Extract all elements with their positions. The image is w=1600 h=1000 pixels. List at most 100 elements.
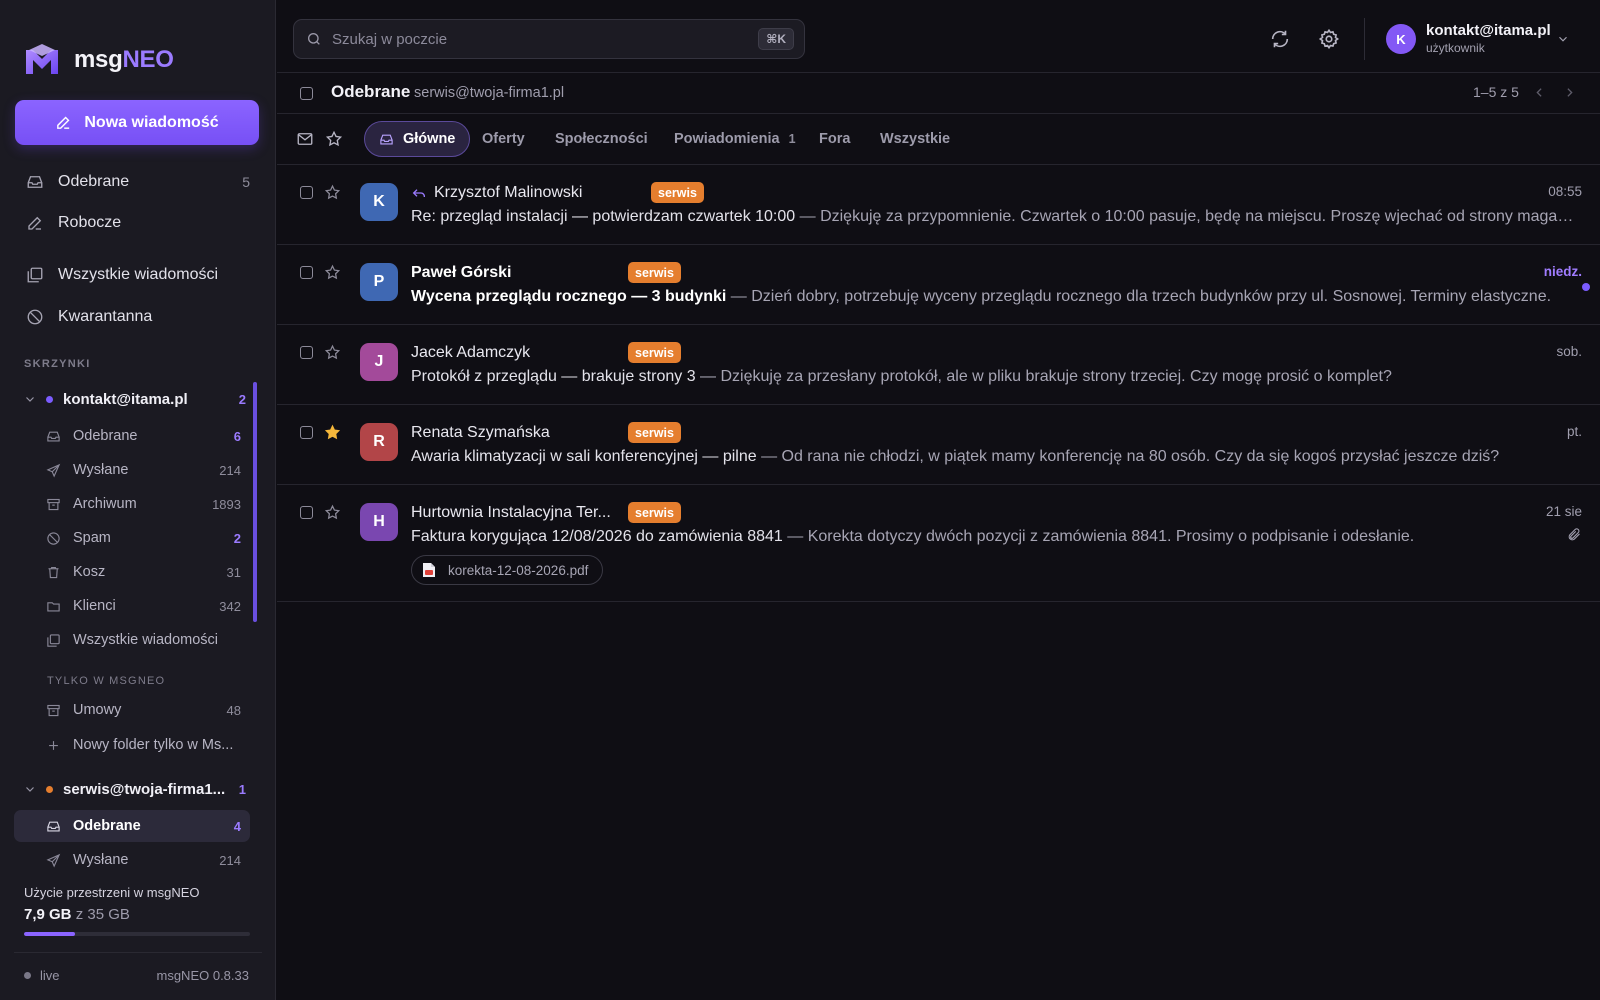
tab-offers[interactable]: Oferty (468, 121, 539, 157)
message-checkbox[interactable] (300, 346, 313, 359)
sender-name: Renata Szymańska (411, 424, 550, 442)
message-row[interactable]: P Paweł Górski serwis niedz. Wycena przegląd… (277, 245, 1600, 325)
attachment-chip[interactable]: korekta-12-08-2026.pdf (411, 555, 604, 585)
sender-avatar: H (360, 503, 398, 541)
folder-label: Kosz (73, 564, 106, 580)
label-badge[interactable]: serwis (628, 262, 681, 283)
storage-progress-bar (24, 932, 250, 936)
star-icon[interactable] (324, 184, 341, 201)
chevron-left-icon[interactable] (1533, 86, 1546, 99)
folder-clients[interactable]: Klienci 342 (14, 590, 250, 622)
folder-inbox-active[interactable]: Odebrane 4 (14, 810, 250, 842)
tab-forums[interactable]: Fora (805, 121, 864, 157)
star-icon[interactable] (324, 504, 341, 521)
nav-drafts-label: Robocze (58, 214, 122, 231)
folder-sent[interactable]: Wysłane 214 (14, 844, 250, 876)
refresh-icon[interactable] (1269, 28, 1291, 50)
account-serwis[interactable]: serwis@twoja-firma1... 1 (0, 774, 258, 804)
message-checkbox[interactable] (300, 426, 313, 439)
folder-label: Archiwum (73, 496, 137, 512)
nav-drafts[interactable]: Robocze (0, 204, 276, 242)
label-badge[interactable]: serwis (628, 342, 681, 363)
inbox-icon (47, 821, 60, 831)
folder-label: Klienci (73, 598, 116, 614)
chevron-down-icon[interactable] (1556, 32, 1570, 46)
folder-title: Odebrane (331, 82, 411, 101)
tab-social[interactable]: Społeczności (541, 121, 662, 157)
sender-avatar: J (360, 343, 398, 381)
folder-contracts[interactable]: Umowy 48 (14, 694, 250, 726)
tab-primary[interactable]: Główne (364, 121, 471, 157)
account-status-dot (46, 785, 53, 793)
search-input[interactable] (332, 30, 759, 48)
compose-button[interactable]: Nowa wiadomość (15, 100, 259, 145)
divider (277, 113, 1600, 114)
pencil-icon (57, 116, 70, 129)
account-email: kontakt@itama.pl (63, 390, 188, 408)
folder-trash[interactable]: Kosz 31 (14, 556, 250, 588)
logo-icon (26, 44, 58, 74)
message-checkbox[interactable] (300, 266, 313, 279)
account-kontakt[interactable]: kontakt@itama.pl 2 (0, 384, 258, 414)
app-logo[interactable]: msgNEO (22, 40, 174, 80)
tab-label: Społeczności (555, 131, 648, 147)
nav-inbox[interactable]: Odebrane 5 (0, 163, 276, 201)
message-row[interactable]: J Jacek Adamczyk serwis sob. Protokół z prze… (277, 325, 1600, 405)
message-row[interactable]: H Hurtownia Instalacyjna Ter... serwis 21 s… (277, 485, 1600, 602)
folder-archive[interactable]: Archiwum 1893 (14, 488, 250, 520)
star-icon[interactable] (324, 424, 341, 441)
app-version: msgNEO 0.8.33 (156, 968, 250, 983)
label-badge[interactable]: serwis (628, 502, 681, 523)
gear-icon[interactable] (1318, 28, 1340, 50)
star-icon[interactable] (325, 130, 343, 148)
message-checkbox[interactable] (300, 186, 313, 199)
nav-quarantine[interactable]: Kwarantanna (0, 298, 276, 336)
folder-label: Wysłane (73, 462, 129, 478)
message-row[interactable]: K Krzysztof Malinowski serwis 08:55 Re: prze… (277, 165, 1600, 245)
folder-spam[interactable]: Spam 2 (14, 522, 250, 554)
message-row[interactable]: R Renata Szymańska serwis pt. Awaria klimaty… (277, 405, 1600, 485)
connection-status: live (24, 968, 60, 983)
attachment-name: korekta-12-08-2026.pdf (448, 562, 589, 578)
nav-all-mail[interactable]: Wszystkie wiadomości (0, 256, 276, 294)
sender-name-text: Renata Szymańska (411, 424, 550, 441)
tab-label: Główne (403, 131, 456, 147)
tab-notifications[interactable]: Powiadomienia 1 (660, 121, 810, 157)
folder-count: 4 (233, 818, 241, 834)
user-avatar[interactable]: K (1386, 24, 1416, 54)
message-preview: — Dzień dobry, potrzebuję wyceny przeglą… (726, 288, 1552, 305)
divider (277, 72, 1600, 73)
label-badge[interactable]: serwis (651, 182, 704, 203)
chevron-down-icon[interactable] (24, 783, 36, 795)
label-badge[interactable]: serwis (628, 422, 681, 443)
message-time: 08:55 (1548, 184, 1582, 199)
star-icon[interactable] (324, 264, 341, 281)
folder-account: serwis@twoja-firma1.pl (414, 85, 565, 101)
message-preview: — Korekta dotyczy dwóch pozycji z zamówi… (782, 528, 1415, 545)
plus-icon (49, 740, 58, 750)
mail-icon[interactable] (296, 130, 314, 148)
folder-inbox[interactable]: Odebrane 6 (14, 420, 250, 452)
inbox-icon (27, 176, 43, 188)
star-icon[interactable] (324, 344, 341, 361)
select-all-checkbox[interactable] (300, 87, 313, 100)
folder-label: Wszystkie wiadomości (73, 632, 219, 648)
send-icon (46, 463, 61, 478)
message-checkbox[interactable] (300, 506, 313, 519)
sender-avatar: R (360, 423, 398, 461)
folder-all-mail[interactable]: Wszystkie wiadomości (14, 624, 250, 656)
message-snippet: Protokół z przeglądu — brakuje strony 3 … (411, 368, 1581, 386)
folder-count: 31 (226, 564, 241, 580)
archive-icon (47, 704, 60, 716)
user-email[interactable]: kontakt@itama.pl (1426, 22, 1551, 39)
archive-icon (47, 498, 60, 510)
tab-all[interactable]: Wszystkie (866, 121, 964, 157)
sidebar-scrollbar[interactable] (253, 382, 257, 622)
nav-inbox-count: 5 (242, 174, 250, 190)
search-bar[interactable]: ⌘K (293, 19, 805, 59)
folder-sent[interactable]: Wysłane 214 (14, 454, 250, 486)
chevron-down-icon[interactable] (24, 393, 36, 405)
chevron-right-icon[interactable] (1563, 86, 1576, 99)
new-local-folder-button[interactable]: Nowy folder tylko w Ms... (14, 729, 250, 761)
storage-value: 7,9 GB z 35 GB (24, 906, 130, 923)
